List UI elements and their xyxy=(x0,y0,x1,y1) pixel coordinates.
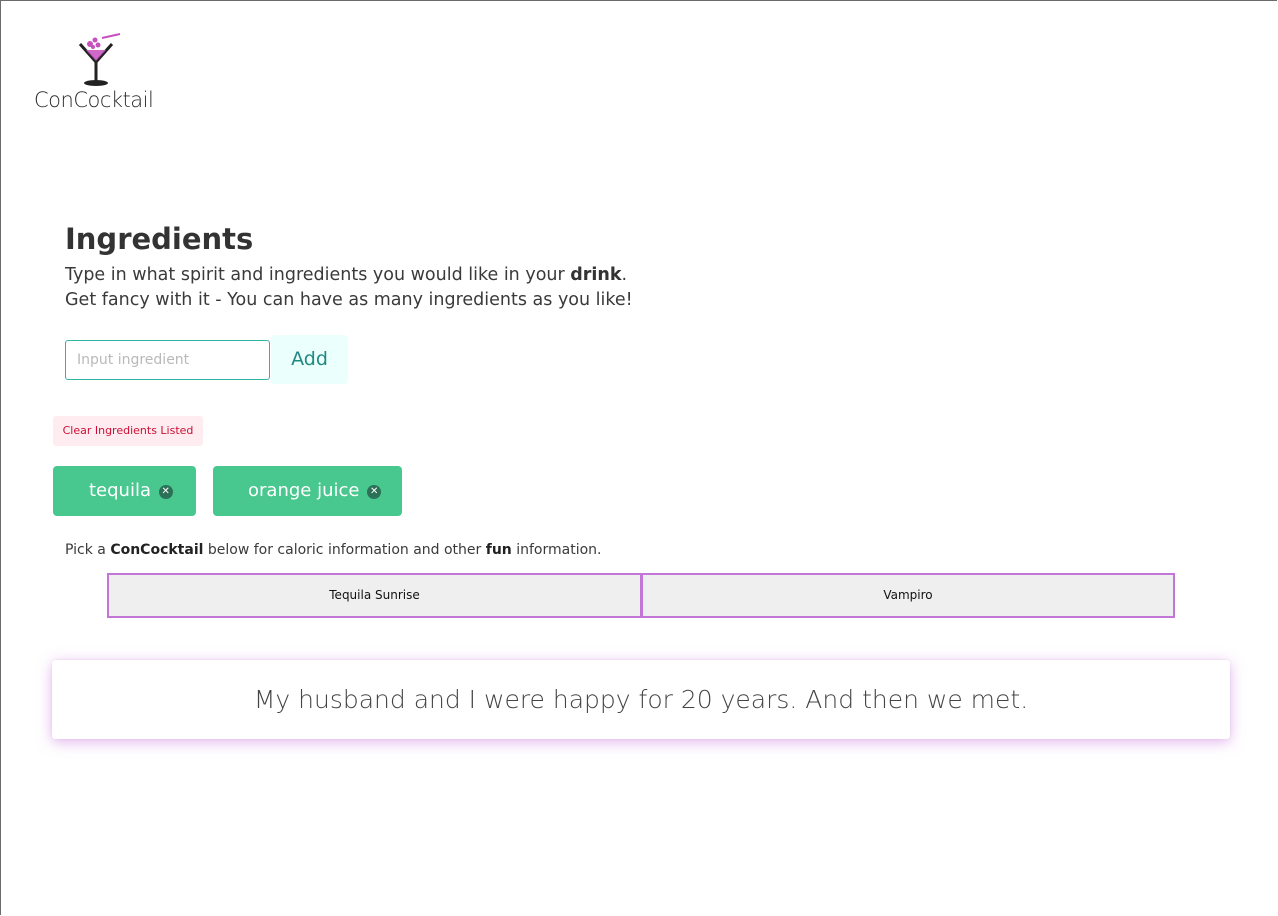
window-frame xyxy=(0,0,1277,915)
intro-line-1: Type in what spirit and ingredients you … xyxy=(65,263,633,288)
pick-prompt-middle: below for caloric information and other xyxy=(203,542,486,558)
clear-ingredients-button[interactable]: Clear Ingredients Listed xyxy=(53,416,203,446)
ingredient-tag-orange-juice: orange juice ✕ xyxy=(213,466,402,516)
quote-card: My husband and I were happy for 20 years… xyxy=(52,660,1230,739)
pick-prompt-brand: ConCocktail xyxy=(110,542,204,558)
cocktail-option-vampiro[interactable]: Vampiro xyxy=(641,573,1175,618)
pick-prompt-fun: fun xyxy=(485,542,512,558)
close-circle-icon[interactable]: ✕ xyxy=(367,485,382,499)
ingredients-intro: Type in what spirit and ingredients you … xyxy=(65,263,633,313)
ingredient-tag-label: tequila xyxy=(89,480,151,501)
ingredients-title: Ingredients xyxy=(65,222,254,256)
quote-text: My husband and I were happy for 20 years… xyxy=(253,685,1029,714)
cocktail-option-tequila-sunrise[interactable]: Tequila Sunrise xyxy=(107,573,642,618)
ingredient-tag-tequila: tequila ✕ xyxy=(53,466,196,516)
pick-prompt-end: information. xyxy=(511,542,602,558)
ingredient-tag-label: orange juice xyxy=(248,480,360,501)
brand-logo[interactable]: ConCocktail xyxy=(34,30,164,120)
cocktail-glass-icon xyxy=(78,33,121,86)
pick-prompt: Pick a ConCocktail below for caloric inf… xyxy=(65,542,601,558)
intro-line-2: Get fancy with it - You can have as many… xyxy=(65,290,633,310)
intro-drink-emphasis: drink xyxy=(570,265,622,285)
intro-line-1-text: Type in what spirit and ingredients you … xyxy=(65,265,571,285)
ingredient-input[interactable] xyxy=(65,340,270,380)
intro-line-1-end: . xyxy=(621,265,628,285)
close-circle-icon[interactable]: ✕ xyxy=(158,485,173,499)
pick-prompt-start: Pick a xyxy=(65,542,111,558)
add-ingredient-button[interactable]: Add xyxy=(271,335,348,384)
brand-name: ConCocktail xyxy=(34,88,154,112)
